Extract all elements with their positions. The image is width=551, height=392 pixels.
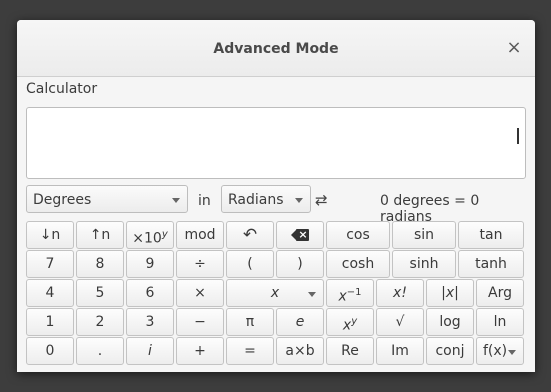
- chevron-down-icon: [295, 198, 303, 203]
- to-unit-select[interactable]: Radians: [221, 185, 311, 213]
- subtract-button[interactable]: −: [176, 308, 224, 336]
- log-button[interactable]: log: [426, 308, 474, 336]
- chevron-down-icon: [172, 198, 180, 203]
- shift-down-button[interactable]: ↓n: [26, 221, 74, 249]
- swap-units-icon[interactable]: ⇄: [315, 191, 328, 209]
- factorize-button[interactable]: a×b: [276, 337, 324, 365]
- chevron-down-icon: [308, 292, 316, 297]
- exponent-label: ×10: [132, 230, 162, 247]
- shift-up-button[interactable]: ↑n: [76, 221, 124, 249]
- tan-button[interactable]: tan: [458, 221, 524, 249]
- euler-button[interactable]: e: [276, 308, 324, 336]
- arg-button[interactable]: Arg: [476, 279, 524, 307]
- digit-4-button[interactable]: 4: [26, 279, 74, 307]
- exponent-sup: y: [161, 229, 168, 240]
- factorial-button[interactable]: x!: [376, 279, 424, 307]
- decimal-point-button[interactable]: .: [76, 337, 124, 365]
- variable-x-label: x: [270, 285, 280, 301]
- inverse-button[interactable]: x−1: [326, 279, 374, 307]
- function-menu-label: f(x): [483, 343, 508, 359]
- tanh-button[interactable]: tanh: [458, 250, 524, 278]
- from-unit-value: Degrees: [33, 192, 92, 208]
- open-paren-button[interactable]: (: [226, 250, 274, 278]
- power-button[interactable]: xy: [326, 308, 374, 336]
- inverse-base: x: [338, 288, 347, 305]
- title-bar: Advanced Mode ×: [17, 20, 535, 77]
- imaginary-part-button[interactable]: Im: [376, 337, 424, 365]
- to-unit-value: Radians: [228, 192, 284, 208]
- ln-button[interactable]: ln: [476, 308, 524, 336]
- function-menu-button[interactable]: f(x): [476, 337, 524, 365]
- variable-x-dropdown-button[interactable]: x: [226, 279, 324, 307]
- power-base: x: [342, 317, 352, 334]
- add-button[interactable]: +: [176, 337, 224, 365]
- advanced-mode-window: Advanced Mode × Calculator Degrees in Ra…: [17, 20, 535, 372]
- sinh-button[interactable]: sinh: [392, 250, 456, 278]
- sin-button[interactable]: sin: [392, 221, 456, 249]
- text-cursor: [517, 128, 519, 144]
- conjugate-button[interactable]: conj: [426, 337, 474, 365]
- undo-icon: ↶: [242, 225, 258, 245]
- imaginary-i-button[interactable]: i: [126, 337, 174, 365]
- calculator-label: Calculator: [26, 81, 98, 97]
- digit-8-button[interactable]: 8: [76, 250, 124, 278]
- digit-5-button[interactable]: 5: [76, 279, 124, 307]
- inverse-sup: −1: [346, 287, 362, 298]
- digit-6-button[interactable]: 6: [126, 279, 174, 307]
- close-icon[interactable]: ×: [504, 37, 524, 59]
- sqrt-button[interactable]: √: [376, 308, 424, 336]
- backspace-icon: ×: [291, 228, 309, 241]
- multiply-button[interactable]: ×: [176, 279, 224, 307]
- mod-button[interactable]: mod: [176, 221, 224, 249]
- exponent-button[interactable]: ×10y: [126, 221, 174, 249]
- digit-9-button[interactable]: 9: [126, 250, 174, 278]
- digit-1-button[interactable]: 1: [26, 308, 74, 336]
- digit-0-button[interactable]: 0: [26, 337, 74, 365]
- undo-button[interactable]: ↶: [226, 221, 274, 249]
- in-label: in: [198, 193, 211, 209]
- pi-button[interactable]: π: [226, 308, 274, 336]
- power-sup: y: [351, 316, 358, 327]
- cosh-button[interactable]: cosh: [326, 250, 390, 278]
- divide-button[interactable]: ÷: [176, 250, 224, 278]
- abs-button[interactable]: |x|: [426, 279, 474, 307]
- digit-2-button[interactable]: 2: [76, 308, 124, 336]
- real-part-button[interactable]: Re: [326, 337, 374, 365]
- close-paren-button[interactable]: ): [276, 250, 324, 278]
- digit-3-button[interactable]: 3: [126, 308, 174, 336]
- calculator-display[interactable]: [26, 107, 526, 179]
- from-unit-select[interactable]: Degrees: [26, 185, 188, 213]
- window-title: Advanced Mode: [213, 41, 339, 57]
- digit-7-button[interactable]: 7: [26, 250, 74, 278]
- equals-button[interactable]: =: [226, 337, 274, 365]
- chevron-down-icon: [508, 350, 516, 355]
- backspace-button[interactable]: ×: [276, 221, 324, 249]
- cos-button[interactable]: cos: [326, 221, 390, 249]
